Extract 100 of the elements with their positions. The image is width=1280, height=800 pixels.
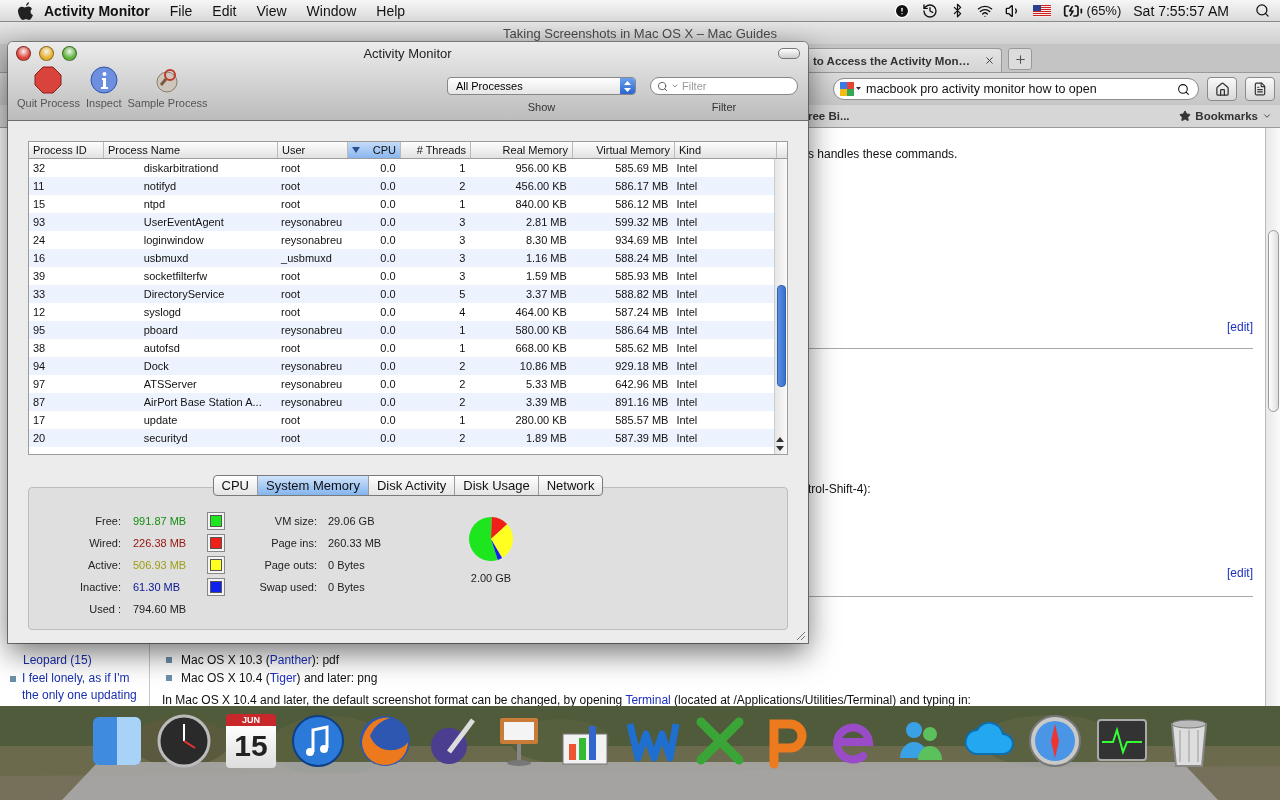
show-dropdown[interactable]: All Processes <box>447 77 636 95</box>
table-cell-text: 87 <box>32 395 47 410</box>
table-cell-text: 668.00 KB <box>514 341 568 356</box>
table-cell-text: 0.0 <box>379 197 397 212</box>
menu-item[interactable]: Help <box>366 2 416 19</box>
search-field[interactable]: macbook pro activity monitor how to open <box>833 78 1199 100</box>
apple-icon[interactable] <box>18 1 34 20</box>
color-swatch[interactable] <box>207 512 225 530</box>
search-engine-icon[interactable] <box>840 82 862 96</box>
zoom-button[interactable] <box>62 45 77 61</box>
color-swatch[interactable] <box>207 556 225 574</box>
table-cell-text: 8.30 MB <box>524 233 568 248</box>
stat-value: 0 Bytes <box>328 559 366 571</box>
bullet-icon <box>166 657 172 663</box>
new-tab-button[interactable] <box>1008 48 1032 70</box>
stat-label: Inactive: <box>79 581 121 593</box>
sidebar-link[interactable]: Leopard (15) <box>10 652 149 669</box>
table-cell-text: 586.12 MB <box>614 197 670 212</box>
music-note-icon[interactable] <box>289 712 347 770</box>
scroll-thumb[interactable] <box>777 285 786 387</box>
toolbar-button[interactable]: Sample Process <box>124 64 211 111</box>
table-cell-text: 0.0 <box>379 323 397 338</box>
table-cell-text: Intel <box>675 359 699 374</box>
tab[interactable]: System Memory <box>258 476 369 495</box>
table-cell-text: 38 <box>32 341 47 356</box>
caret-icon <box>1262 111 1272 121</box>
bookmarks-menu[interactable]: Bookmarks <box>1179 110 1272 122</box>
scroll-thumb[interactable] <box>1268 230 1279 412</box>
browser-tab[interactable]: to Access the Activity Mon… <box>806 48 1002 72</box>
column-header[interactable]: # Threads <box>401 142 471 158</box>
resize-grip[interactable] <box>796 631 806 641</box>
article-link[interactable]: Terminal <box>625 693 671 707</box>
edit-link[interactable]: [edit] <box>1227 320 1253 334</box>
table-cell-text: 0.0 <box>379 161 397 176</box>
page-button[interactable] <box>1245 77 1275 101</box>
table-cell-text: root <box>280 197 302 212</box>
table-cell-text: 11 <box>32 179 46 194</box>
table-cell-text: 0.0 <box>379 305 397 320</box>
gauge-icon[interactable] <box>155 712 213 770</box>
search-icon[interactable] <box>1255 3 1270 18</box>
menubar-clock[interactable]: Sat 7:55:57 AM <box>1133 2 1229 19</box>
battery-percent: (65%) <box>1086 3 1122 18</box>
scrollbar[interactable] <box>774 159 787 454</box>
table-cell-text: diskarbitrationd <box>142 161 220 176</box>
column-header[interactable]: CPU <box>348 142 401 158</box>
tab[interactable]: Network <box>538 476 603 495</box>
toolbar-button[interactable]: Quit Process <box>14 64 83 111</box>
table-cell-text: 0.0 <box>379 395 397 410</box>
article-link[interactable]: Panther <box>269 653 312 667</box>
close-button[interactable] <box>16 45 31 61</box>
column-header[interactable]: Process Name <box>104 142 278 158</box>
article-link[interactable]: Tiger <box>269 671 297 685</box>
column-header[interactable]: Real Memory <box>471 142 573 158</box>
close-icon[interactable] <box>984 55 995 66</box>
stop-sign-icon <box>34 66 63 94</box>
table-cell-text: reysonabreu <box>280 323 344 338</box>
table-cell-text: 0.0 <box>379 179 397 194</box>
menu-item[interactable]: View <box>246 2 297 19</box>
capsule-button[interactable] <box>778 47 800 59</box>
table-cell-text: Dock <box>142 359 170 374</box>
table-cell-text: 10.86 MB <box>518 359 568 374</box>
bookmark-item[interactable]: ree Bi... <box>808 110 850 122</box>
column-header[interactable]: Virtual Memory <box>573 142 675 158</box>
color-swatch[interactable] <box>207 578 225 596</box>
home-icon <box>1214 81 1230 97</box>
table-cell-text: 580.00 KB <box>514 323 568 338</box>
table-cell-text: 0.0 <box>379 287 397 302</box>
table-cell-text: 39 <box>32 269 47 284</box>
table-cell-text: root <box>280 179 302 194</box>
menu-item[interactable]: Window <box>296 2 367 19</box>
table-cell-text: 2 <box>458 179 467 194</box>
menu-item[interactable]: File <box>159 2 203 19</box>
calendar-tile[interactable]: JUN 15 <box>226 714 276 768</box>
table-cell-text: 5.33 MB <box>524 377 568 392</box>
flag-icon[interactable] <box>1032 4 1051 17</box>
clock-icon[interactable] <box>921 2 938 19</box>
app-menu[interactable]: Activity Monitor <box>34 2 160 19</box>
edit-link[interactable]: [edit] <box>1227 566 1253 580</box>
home-button[interactable] <box>1207 77 1237 101</box>
table-cell-text: UserEventAgent <box>142 215 225 230</box>
column-header[interactable]: Process ID <box>29 142 104 158</box>
plus-icon <box>1013 52 1027 66</box>
table-cell-text: ntpd <box>142 197 167 212</box>
compass-icon[interactable] <box>1026 712 1084 770</box>
tab[interactable]: Disk Usage <box>455 476 539 495</box>
stat-value: 991.87 MB <box>133 515 188 527</box>
table-cell-text: 1 <box>458 197 467 212</box>
sidebar-link[interactable]: I feel lonely, as if I'm the only one updating <box>22 670 137 704</box>
menu-item[interactable]: Edit <box>202 2 247 19</box>
column-header[interactable]: Kind <box>675 142 777 158</box>
alert-icon[interactable] <box>893 2 910 19</box>
caret-icon <box>671 82 679 90</box>
minimize-button[interactable] <box>39 45 54 61</box>
search-icon <box>657 80 668 92</box>
color-swatch[interactable] <box>207 534 225 552</box>
search-icon[interactable] <box>1177 82 1190 96</box>
toolbar-button[interactable]: Inspect <box>82 64 125 111</box>
scroll-arrows-icon[interactable] <box>775 436 785 452</box>
list-item-text: Mac OS X 10.4 (Tiger) and later: png <box>181 670 378 686</box>
tab[interactable]: Disk Activity <box>368 476 456 495</box>
